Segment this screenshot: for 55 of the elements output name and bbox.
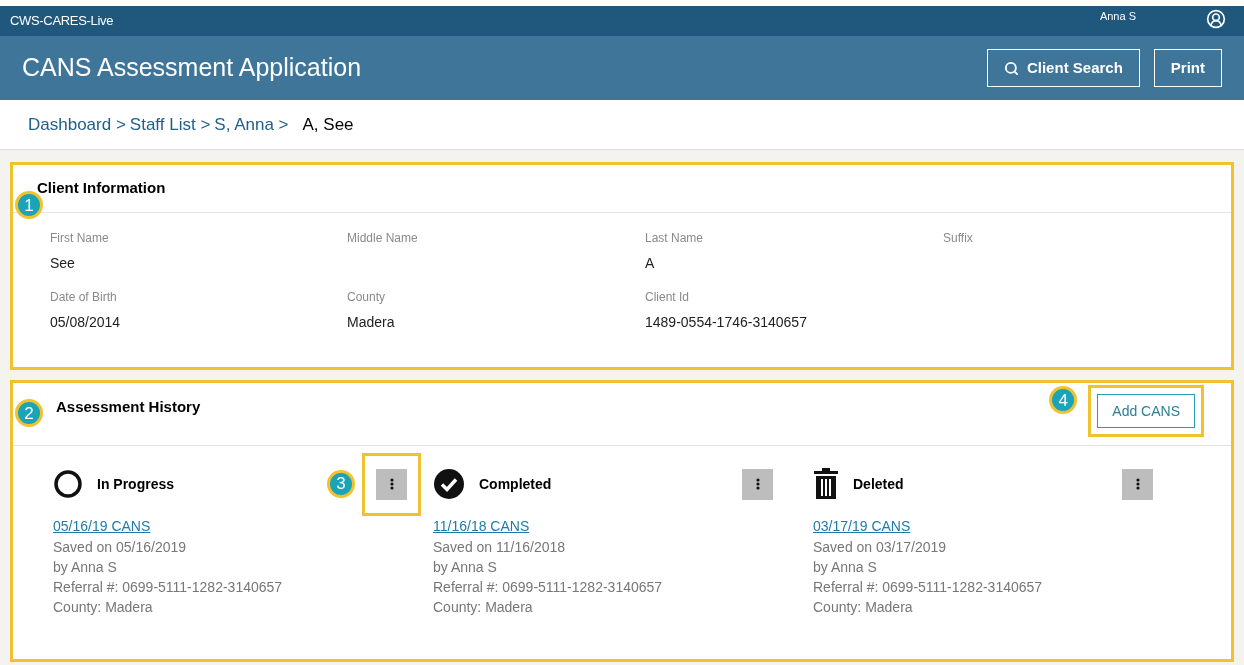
callout-badge: 4 xyxy=(1049,386,1078,414)
breadcrumb-current: A, See xyxy=(302,113,354,136)
assessment-detail: County: Madera xyxy=(433,598,534,617)
assessment-detail: Referral #: 0699-5111-1282-3140657 xyxy=(433,578,664,597)
field-value: A xyxy=(645,254,656,273)
field-value: 05/08/2014 xyxy=(50,313,122,332)
status-label: Completed xyxy=(479,474,552,494)
more-icon xyxy=(1135,478,1140,490)
field-label: Date of Birth xyxy=(50,289,118,306)
breadcrumb-link[interactable]: Dashboard > xyxy=(28,111,126,138)
app-title: CANS Assessment Application xyxy=(22,52,363,84)
field-label: Middle Name xyxy=(347,230,419,247)
assessment-detail: by Anna S xyxy=(813,558,878,577)
assessment-detail: County: Madera xyxy=(813,598,914,617)
field-value: See xyxy=(50,254,76,273)
assessment-detail: Referral #: 0699-5111-1282-3140657 xyxy=(53,578,284,597)
user-avatar-icon[interactable] xyxy=(1206,9,1226,29)
assessment-detail: by Anna S xyxy=(53,558,118,577)
assessment-detail: County: Madera xyxy=(53,598,154,617)
user-name: Anna S xyxy=(1099,8,1136,24)
check-circle-icon xyxy=(433,468,465,500)
callout-badge: 2 xyxy=(15,399,43,427)
search-icon xyxy=(1003,60,1019,76)
assessment-link[interactable]: 05/16/19 CANS xyxy=(53,516,413,537)
trash-icon xyxy=(813,468,839,500)
client-search-button[interactable]: Client Search xyxy=(986,49,1140,87)
more-options-button[interactable] xyxy=(1122,468,1153,500)
assessment-detail: by Anna S xyxy=(433,558,498,577)
app-name: CWS-CARES-Live xyxy=(10,12,114,31)
assessment-link[interactable]: 11/16/18 CANS xyxy=(433,516,793,537)
field-label: Suffix xyxy=(943,230,974,247)
ring-icon xyxy=(53,469,83,499)
field-label: First Name xyxy=(50,230,110,247)
field-label: Last Name xyxy=(645,230,705,247)
more-options-button[interactable] xyxy=(742,468,773,500)
callout-badge: 3 xyxy=(327,469,355,498)
status-label: In Progress xyxy=(97,474,175,494)
breadcrumb-link[interactable]: Staff List > xyxy=(129,111,211,138)
print-button[interactable]: Print xyxy=(1153,49,1222,87)
section-title: Assessment History xyxy=(56,396,201,417)
assessment-detail: Saved on 05/16/2019 xyxy=(53,538,188,557)
field-label: County xyxy=(347,289,387,306)
field-value: Madera xyxy=(347,313,396,332)
field-label: Client Id xyxy=(645,289,691,306)
assessment-detail: Saved on 03/17/2019 xyxy=(813,538,948,557)
more-icon xyxy=(389,478,394,490)
assessment-link[interactable]: 03/17/19 CANS xyxy=(813,516,1173,537)
add-cans-button[interactable]: Add CANS xyxy=(1097,394,1195,428)
field-value: 1489-0554-1746-3140657 xyxy=(645,313,808,332)
assessment-detail: Referral #: 0699-5111-1282-3140657 xyxy=(813,578,1044,597)
more-options-button[interactable] xyxy=(376,468,407,500)
breadcrumb-link[interactable]: S, Anna > xyxy=(214,111,289,138)
more-icon xyxy=(755,478,760,490)
status-label: Deleted xyxy=(853,474,904,494)
assessment-detail: Saved on 11/16/2018 xyxy=(433,538,567,557)
